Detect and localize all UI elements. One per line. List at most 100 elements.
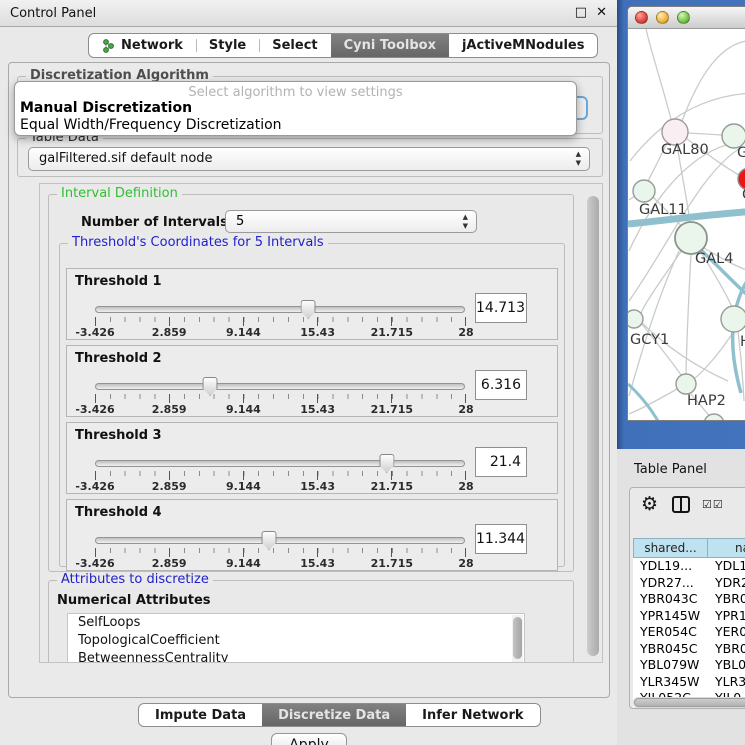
tick-label: -3.426 [75,326,114,339]
numerical-attributes-list[interactable]: SelfLoops TopologicalCoefficient Between… [67,613,525,663]
node-label-gcy1: GCY1 [630,332,669,348]
combo-stepper-icon[interactable]: ▲▼ [463,213,468,231]
table-data-combobox[interactable]: galFiltered.sif default node ▲▼ [28,147,590,171]
tab-jactivemnodules-label: jActiveMNodules [462,38,585,53]
threshold-3-slider[interactable] [95,460,465,467]
combo-stepper-icon[interactable]: ▲▼ [576,150,581,168]
table-row[interactable]: YER054CYER0 [633,624,745,641]
tick-label: 9.144 [226,326,261,339]
cyni-bottom-tabbar: Impute Data Discretize Data Infer Networ… [138,703,541,727]
network-window[interactable]: GAL80 GA GAL11 C GAL4 GCY1 H HAP2 [627,6,745,421]
cell: YPR1 [707,608,745,625]
node-hap2[interactable] [676,374,696,394]
zoom-traffic-light-icon[interactable] [677,11,690,24]
tick-label: 28 [458,480,473,493]
cell: YBL079W [633,657,707,674]
app-screen: Control Panel □ ✕ Network [0,0,745,745]
tick-label: -3.426 [75,403,114,416]
table-row[interactable]: YBR045CYBR0 [633,641,745,658]
float-window-icon[interactable]: □ [575,5,587,20]
control-panel-tabbar: Network Style Select Cyni Toolbox jActiv… [88,33,598,58]
threshold-1-value-field[interactable]: 14.713 [475,293,527,323]
tab-impute-data[interactable]: Impute Data [139,704,262,726]
close-traffic-light-icon[interactable] [635,11,648,24]
node-gal4[interactable] [675,222,707,254]
threshold-1-slider[interactable] [95,306,465,313]
cell: YPR145W [633,608,707,625]
tick-label: 21.715 [371,403,413,416]
table-header-row: shared... na [633,538,745,558]
tick-label: 9.144 [226,557,261,570]
tab-select[interactable]: Select [259,34,330,57]
node-bottom[interactable] [704,414,724,421]
threshold-4-value-field[interactable]: 11.344 [475,524,527,554]
number-of-intervals-value: 5 [236,214,244,229]
node-gcy1[interactable] [628,310,643,328]
apply-button[interactable]: Apply [271,733,347,745]
menu-item-equal-width-frequency[interactable]: Equal Width/Frequency Discretization [15,117,576,134]
threshold-2-value-field[interactable]: 6.316 [475,370,527,400]
table-row[interactable]: YPR145WYPR1 [633,608,745,625]
algorithm-placeholder: Select algorithm to view settings [15,82,576,100]
table-panel: Table Panel ⚙ ☑☑ shared... na YDL19...YD… [617,449,745,745]
table-data-group: Table Data galFiltered.sif default node … [17,138,603,177]
threshold-4-slider[interactable] [95,537,465,544]
tab-jactivemnodules[interactable]: jActiveMNodules [449,34,598,57]
network-nodes [628,119,745,421]
panel-scrollbar[interactable] [586,188,600,658]
slider-ticks [95,471,466,480]
tab-cyni-toolbox-label: Cyni Toolbox [344,38,436,53]
node-gal11[interactable] [633,180,655,202]
select-columns-checkboxes-icon[interactable]: ☑☑ [702,498,724,511]
threshold-2-slider[interactable] [95,383,465,390]
cell: YDR27... [633,575,707,592]
node-h[interactable] [721,306,745,332]
column-header-name[interactable]: na [708,538,745,558]
tab-select-label: Select [272,38,317,53]
threshold-3-value-field[interactable]: 21.4 [475,447,527,477]
tab-style-label: Style [209,38,246,53]
tick-label: -3.426 [75,557,114,570]
list-scrollbar[interactable] [512,615,523,663]
cell: YER054C [633,624,707,641]
cell: YBR043C [633,591,707,608]
slider-tick-labels: -3.426 2.859 9.144 15.43 21.715 28 [95,326,466,338]
tick-label: 15.43 [300,480,335,493]
tick-label: 2.859 [152,326,187,339]
tab-cyni-toolbox[interactable]: Cyni Toolbox [331,34,449,57]
cell: YBL0 [707,657,745,674]
slider-tick-labels: -3.426 2.859 9.144 15.43 21.715 28 [95,480,466,492]
tab-network[interactable]: Network [89,34,196,57]
network-canvas[interactable]: GAL80 GA GAL11 C GAL4 GCY1 H HAP2 [628,29,745,420]
table-horizontal-scrollbar[interactable] [633,697,745,708]
tab-discretize-data[interactable]: Discretize Data [262,704,406,726]
table-row[interactable]: YBL079WYBL0 [633,657,745,674]
close-icon[interactable]: ✕ [596,5,607,20]
menu-item-manual-discretization[interactable]: Manual Discretization [15,100,576,117]
node-label-gal80: GAL80 [661,142,709,158]
minimize-traffic-light-icon[interactable] [656,11,669,24]
column-header-shared-name[interactable]: shared... [633,538,708,558]
table-row[interactable]: YLR345WYLR3 [633,674,745,691]
tick-label: 28 [458,557,473,570]
gear-icon[interactable]: ⚙ [641,495,658,514]
list-item[interactable]: SelfLoops [68,614,524,632]
tab-style[interactable]: Style [196,34,259,57]
table-row[interactable]: YDR27...YDR2 [633,575,745,592]
tab-impute-data-label: Impute Data [155,708,246,723]
thresholds-group: Threshold's Coordinates for 5 Intervals … [59,243,565,567]
list-item[interactable]: BetweennessCentrality [68,650,524,663]
number-of-intervals-combobox[interactable]: 5 ▲▼ [225,210,477,233]
list-item[interactable]: TopologicalCoefficient [68,632,524,650]
table-row[interactable]: YDL19...YDL1 [633,558,745,575]
columns-icon[interactable] [672,496,690,513]
cell: YDL19... [633,558,707,575]
interval-definition-group: Interval Definition Number of Intervals … [48,194,574,572]
table-row[interactable]: YBR043CYBR0 [633,591,745,608]
threshold-3-label: Threshold 3 [75,428,162,443]
tab-infer-network[interactable]: Infer Network [406,704,539,726]
node-table-box: ⚙ ☑☑ shared... na YDL19...YDL1 YDR27...Y… [629,487,745,709]
network-view-frame: GAL80 GA GAL11 C GAL4 GCY1 H HAP2 [617,0,745,449]
node-label-h: H [740,334,745,350]
threshold-3-box: Threshold 3 -3.426 2.859 9.144 15.43 21.… [66,422,558,494]
